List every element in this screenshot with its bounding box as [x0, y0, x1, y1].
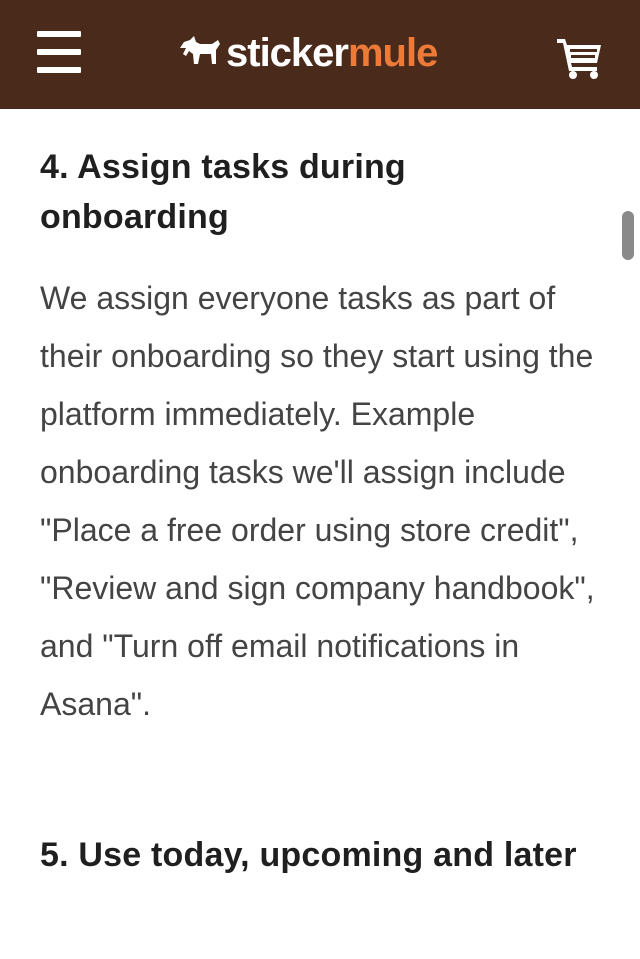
menu-bar-bottom: [37, 67, 81, 73]
hamburger-menu-button[interactable]: [37, 31, 81, 73]
brand-name-mule: mule: [347, 31, 438, 75]
mule-icon: [180, 36, 220, 64]
cart-button[interactable]: [557, 37, 603, 79]
section-heading-5: 5. Use today, upcoming and later: [40, 836, 577, 874]
shopping-cart-icon: [557, 39, 601, 79]
top-nav-bar: sticker mule: [0, 0, 640, 109]
stickermule-logo-link[interactable]: sticker mule: [178, 28, 438, 78]
scrollbar-thumb[interactable]: [622, 211, 634, 260]
section-heading-4: 4. Assign tasks during onboarding: [40, 148, 406, 236]
menu-bar-top: [37, 31, 81, 37]
section-body-4: We assign everyone tasks as part of thei…: [40, 280, 595, 722]
menu-bar-middle: [37, 49, 81, 55]
brand-name-sticker: sticker: [226, 31, 349, 75]
